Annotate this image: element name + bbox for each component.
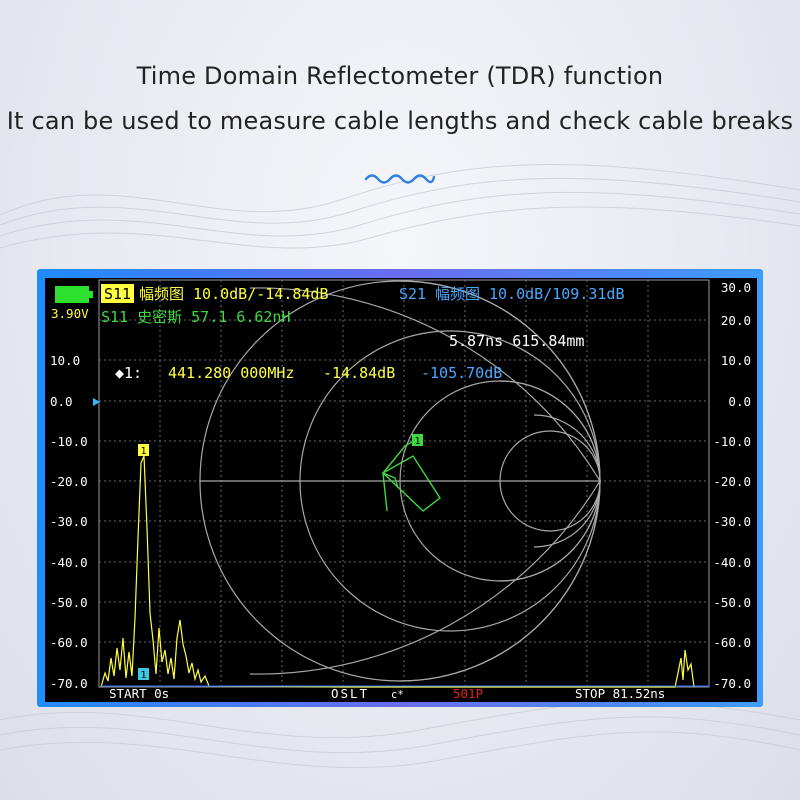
s21-badge-label[interactable]: S21 xyxy=(399,285,426,303)
marker-index: ◆1: xyxy=(115,364,142,382)
sweep-points[interactable]: 501P xyxy=(453,686,483,701)
smith-readout: S11 史密斯 57.1 6.62nH xyxy=(101,308,291,326)
right-tick: 0.0 xyxy=(728,394,751,409)
s11-tdr-trace xyxy=(100,455,695,688)
marker-value-s21: -105.70dB xyxy=(421,364,502,382)
right-tick: 10.0 xyxy=(721,353,751,368)
vna-screen: 1 1 1 3.90V S11 幅频图 10.0dB/-14.84dB S21 … xyxy=(45,278,757,702)
wave-divider-icon xyxy=(364,174,436,184)
right-tick: 30.0 xyxy=(721,280,751,295)
left-tick: -20.0 xyxy=(50,474,88,489)
left-scale: 10.0 0.0 -10.0 -20.0 -30.0 -40.0 -50.0 -… xyxy=(50,353,88,691)
left-tick: -40.0 xyxy=(50,555,88,570)
tdr-readout: 5.87ns 615.84mm xyxy=(449,332,584,350)
bottom-marker-label: 1 xyxy=(140,670,146,681)
vna-display: 1 1 1 3.90V S11 幅频图 10.0dB/-14.84dB S21 … xyxy=(50,279,751,701)
left-tick: 10.0 xyxy=(50,353,80,368)
right-tick: -60.0 xyxy=(713,635,751,650)
right-tick: 20.0 xyxy=(721,313,751,328)
right-tick: -20.0 xyxy=(713,474,751,489)
smith-trace xyxy=(381,439,441,512)
calibration-status[interactable]: OSLT xyxy=(331,686,369,701)
marker-value-s11: -14.84dB xyxy=(323,364,395,382)
calibration-flag: c* xyxy=(391,689,404,701)
marker-frequency: 441.280 000MHz xyxy=(168,364,294,382)
right-tick: -70.0 xyxy=(713,676,751,691)
left-tick: -50.0 xyxy=(50,595,88,610)
right-tick: -10.0 xyxy=(713,434,751,449)
left-tick: -70.0 xyxy=(50,676,88,691)
smith-marker-label: 1 xyxy=(414,436,420,447)
s21-trace-label[interactable]: 幅频图 10.0dB/109.31dB xyxy=(435,285,625,303)
battery-voltage: 3.90V xyxy=(51,306,89,321)
left-tick: -30.0 xyxy=(50,514,88,529)
right-tick: -50.0 xyxy=(713,595,751,610)
left-tick: -10.0 xyxy=(50,434,88,449)
left-tick: -60.0 xyxy=(50,635,88,650)
stop-time[interactable]: STOP 81.52ns xyxy=(575,686,665,701)
right-scale: 30.0 20.0 10.0 0.0 -10.0 -20.0 -30.0 -40… xyxy=(713,280,751,691)
s11-trace-label[interactable]: 幅频图 10.0dB/-14.84dB xyxy=(139,285,329,303)
start-time[interactable]: START 0s xyxy=(109,686,169,701)
caption-line-2: It can be used to measure cable lengths … xyxy=(6,107,794,135)
footer-bar: START 0s OSLT c* 501P STOP 81.52ns xyxy=(109,686,665,701)
trace-marker-label: 1 xyxy=(140,446,146,457)
s11-badge-label: S11 xyxy=(104,285,131,303)
caption-line-1: Time Domain Reflectometer (TDR) function xyxy=(136,62,664,90)
left-tick: 0.0 xyxy=(50,394,73,409)
battery-icon xyxy=(55,286,89,303)
right-tick: -30.0 xyxy=(713,514,751,529)
right-tick: -40.0 xyxy=(713,555,751,570)
